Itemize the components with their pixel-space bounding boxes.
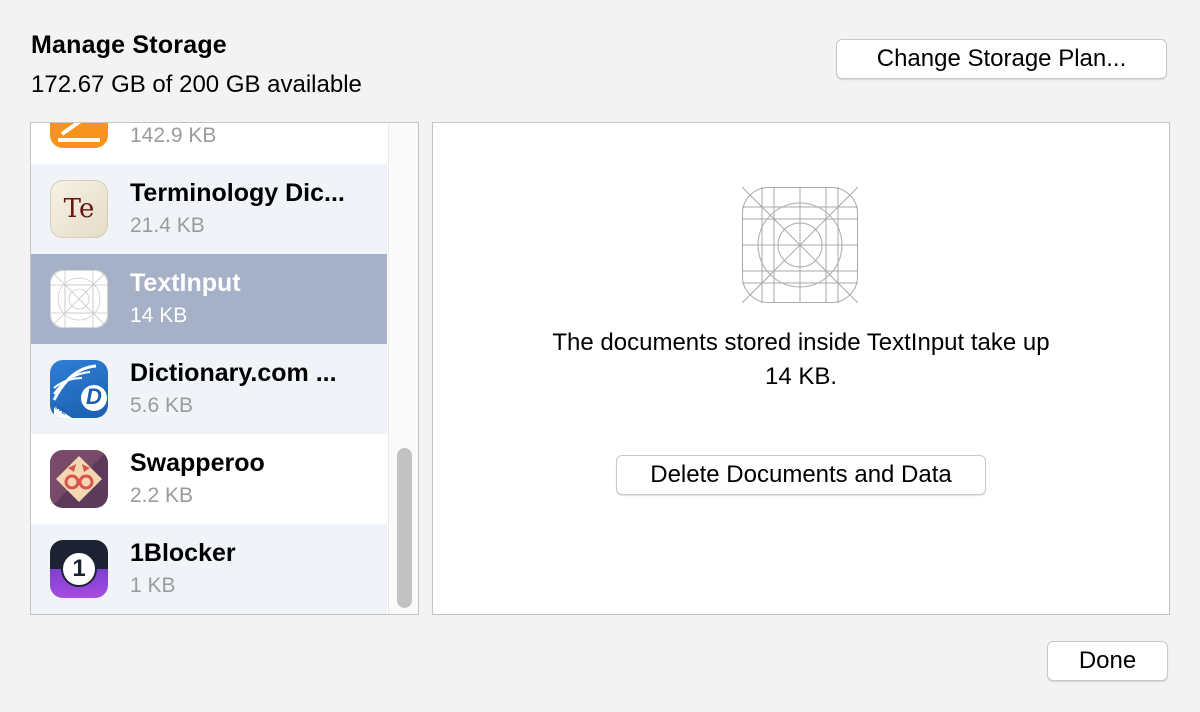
app-name: Dictionary.com ... <box>130 359 337 387</box>
storage-description: The documents stored inside TextInput ta… <box>433 326 1169 394</box>
page-title: Manage Storage <box>31 31 227 59</box>
app-list[interactable]: 142.9 KB Te Terminology Dic... 21.4 KB T… <box>30 122 419 615</box>
app-name: Terminology Dic... <box>130 179 345 207</box>
terminology-icon-text: Te <box>63 194 95 224</box>
1blocker-icon: 1 <box>50 540 108 598</box>
app-size: 14 KB <box>130 304 188 327</box>
dictionary-icon: D LITE <box>50 360 108 418</box>
done-button[interactable]: Done <box>1047 641 1168 681</box>
list-item[interactable]: 1 1Blocker 1 KB <box>31 524 387 614</box>
scrollbar-thumb[interactable] <box>397 448 412 608</box>
app-name: 1Blocker <box>130 539 236 567</box>
list-item[interactable]: 142.9 KB <box>31 123 387 164</box>
app-name: TextInput <box>130 269 241 297</box>
app-size: 1 KB <box>130 574 176 597</box>
list-scrollbar[interactable] <box>388 123 418 614</box>
storage-description-line1: The documents stored inside TextInput ta… <box>552 329 1050 356</box>
dictionary-icon-letter: D <box>86 384 102 409</box>
app-name: Swapperoo <box>130 449 265 477</box>
storage-description-line2: 14 KB. <box>764 363 838 390</box>
swapperoo-icon <box>50 450 108 508</box>
app-size: 142.9 KB <box>130 124 217 147</box>
1blocker-icon-digit: 1 <box>72 555 86 582</box>
storage-summary: 172.67 GB of 200 GB available <box>31 71 362 98</box>
app-size: 21.4 KB <box>130 214 205 237</box>
change-storage-plan-button[interactable]: Change Storage Plan... <box>836 39 1167 79</box>
list-item[interactable]: D LITE Dictionary.com ... 5.6 KB <box>31 344 387 434</box>
app-size: 2.2 KB <box>130 484 194 507</box>
delete-documents-button[interactable]: Delete Documents and Data <box>616 455 986 495</box>
app-size: 5.6 KB <box>130 394 194 417</box>
list-item-selected[interactable]: TextInput 14 KB <box>31 254 387 344</box>
terminology-icon: Te <box>50 180 108 238</box>
list-item[interactable]: Te Terminology Dic... 21.4 KB <box>31 164 387 254</box>
detail-panel: The documents stored inside TextInput ta… <box>432 122 1170 615</box>
placeholder-app-icon <box>50 270 108 328</box>
placeholder-app-icon-large <box>741 186 859 304</box>
orange-app-icon <box>50 123 108 148</box>
list-item[interactable]: Swapperoo 2.2 KB <box>31 434 387 524</box>
